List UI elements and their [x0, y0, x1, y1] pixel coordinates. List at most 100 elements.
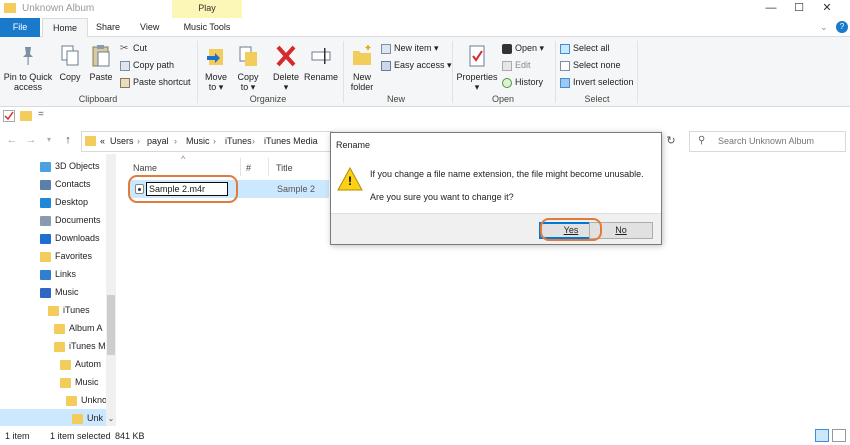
- nav-scrollbar[interactable]: [106, 154, 116, 426]
- scroll-down-icon[interactable]: ⌄: [106, 414, 116, 424]
- nav-item-label: Album A: [69, 323, 103, 333]
- close-button[interactable]: ✕: [812, 0, 842, 18]
- new-folder-button[interactable]: New folder: [346, 43, 378, 92]
- tab-share[interactable]: Share: [86, 18, 130, 37]
- dialog-message-2: Are you sure you want to change it?: [370, 192, 514, 202]
- customize-qat-button[interactable]: =: [38, 109, 44, 120]
- breadcrumb-separator: ›: [137, 136, 140, 146]
- chevron-down-icon[interactable]: ⌄: [820, 22, 830, 32]
- search-input[interactable]: Search Unknown Album: [718, 136, 814, 146]
- edit-button[interactable]: Edit: [502, 60, 531, 71]
- delete-button[interactable]: Delete ▾: [270, 43, 302, 92]
- status-bar: 1 item 1 item selected 841 KB: [0, 426, 850, 445]
- nav-item[interactable]: iTunes M: [0, 337, 106, 355]
- nav-item-label: Music: [75, 377, 99, 387]
- column-header-number[interactable]: #: [246, 163, 251, 173]
- nav-item[interactable]: 3D Objects: [0, 157, 106, 175]
- cube-icon: [40, 161, 51, 172]
- column-header-title[interactable]: Title: [276, 163, 293, 173]
- cut-button[interactable]: ✂ Cut: [120, 43, 147, 54]
- tab-home[interactable]: Home: [42, 18, 89, 38]
- nav-item[interactable]: iTunes: [0, 301, 106, 319]
- breadcrumb-users[interactable]: Users: [110, 136, 134, 146]
- easy-access-icon: [381, 60, 391, 71]
- maximize-button[interactable]: ☐: [784, 0, 814, 18]
- search-box[interactable]: ⚲ Search Unknown Album: [689, 131, 846, 152]
- nav-item[interactable]: Favorites: [0, 247, 106, 265]
- nav-item[interactable]: Documents: [0, 211, 106, 229]
- refresh-button[interactable]: ↻: [664, 134, 678, 148]
- copy-to-button[interactable]: Copy to ▾: [234, 43, 262, 92]
- properties-button[interactable]: Properties ▾: [455, 43, 499, 92]
- breadcrumb-itunes[interactable]: iTunes: [225, 136, 252, 146]
- back-button[interactable]: ←: [5, 133, 19, 147]
- up-button[interactable]: ↑: [61, 133, 75, 147]
- invert-selection-button[interactable]: Invert selection: [560, 77, 634, 88]
- paste-shortcut-button[interactable]: Paste shortcut: [120, 77, 191, 88]
- nav-item-label: Contacts: [55, 179, 91, 189]
- nav-item-label: Downloads: [55, 233, 100, 243]
- new-folder-qat-icon[interactable]: [20, 111, 32, 121]
- minimize-button[interactable]: —: [756, 0, 786, 18]
- new-item-button[interactable]: New item ▾: [381, 43, 439, 54]
- select-none-button[interactable]: Select none: [560, 60, 621, 71]
- forward-button[interactable]: →: [24, 133, 38, 147]
- dialog-message-1: If you change a file name extension, the…: [370, 169, 644, 179]
- new-folder-icon: [351, 43, 373, 69]
- breadcrumb-itunes-media[interactable]: iTunes Media: [264, 136, 318, 146]
- recent-locations-button[interactable]: ▾: [42, 133, 56, 147]
- folder-icon: [60, 359, 71, 370]
- address-bar[interactable]: « Users › payal › Music › iTunes › iTune…: [81, 131, 333, 152]
- select-none-icon: [560, 60, 570, 71]
- easy-access-button[interactable]: Easy access ▾: [381, 60, 452, 71]
- help-icon[interactable]: ?: [836, 21, 848, 33]
- copy-path-button[interactable]: Copy path: [120, 60, 174, 71]
- nav-item[interactable]: Album A: [0, 319, 106, 337]
- tab-view[interactable]: View: [130, 18, 169, 37]
- sort-ascending-icon: ^: [181, 154, 186, 164]
- nav-item[interactable]: Autom: [0, 355, 106, 373]
- column-header-name[interactable]: Name: [133, 163, 157, 173]
- breadcrumb-music[interactable]: Music: [186, 136, 210, 146]
- nav-item[interactable]: Links: [0, 265, 106, 283]
- select-all-button[interactable]: Select all: [560, 43, 610, 54]
- details-view-icon[interactable]: [815, 429, 829, 442]
- move-to-icon: [205, 43, 227, 69]
- nav-item[interactable]: Unkno: [0, 391, 106, 409]
- nav-item-label: Favorites: [55, 251, 93, 261]
- paste-button[interactable]: Paste: [86, 43, 116, 82]
- nav-item[interactable]: Music: [0, 283, 106, 301]
- nav-item-label: iTunes M: [69, 341, 106, 351]
- downloads-icon: [40, 233, 51, 244]
- tab-music-tools[interactable]: Music Tools: [172, 18, 242, 37]
- column-divider[interactable]: [240, 158, 241, 176]
- copy-button[interactable]: Copy: [56, 43, 84, 82]
- folder-icon: [66, 395, 77, 406]
- tab-file[interactable]: File: [0, 18, 40, 37]
- open-button[interactable]: Open ▾: [502, 43, 544, 54]
- nav-item[interactable]: Contacts: [0, 175, 106, 193]
- move-to-button[interactable]: Move to ▾: [202, 43, 230, 92]
- breadcrumb-payal[interactable]: payal: [147, 136, 169, 146]
- nav-item-label: 3D Objects: [55, 161, 100, 171]
- group-divider: [555, 41, 556, 103]
- rename-button[interactable]: Rename: [303, 43, 339, 82]
- warning-icon: !: [337, 166, 363, 191]
- column-divider[interactable]: [268, 158, 269, 176]
- rename-icon: [310, 43, 332, 69]
- nav-item[interactable]: Music: [0, 373, 106, 391]
- nav-item[interactable]: Unk: [0, 409, 106, 426]
- large-icons-view-icon[interactable]: [832, 429, 846, 442]
- delete-x-icon: [275, 43, 297, 69]
- breadcrumb-overflow[interactable]: «: [100, 136, 105, 146]
- group-label-organize: Organize: [249, 94, 287, 104]
- properties-check-icon[interactable]: [3, 110, 15, 122]
- nav-item[interactable]: Downloads: [0, 229, 106, 247]
- nav-tree: 3D Objects Contacts Desktop Documents Downlo…: [0, 157, 106, 426]
- group-label-clipboard: Clipboard: [78, 94, 118, 104]
- nav-item[interactable]: Desktop: [0, 193, 106, 211]
- nav-item-label: iTunes: [63, 305, 90, 315]
- history-button[interactable]: History: [502, 77, 543, 88]
- nav-scrollbar-thumb[interactable]: [107, 295, 115, 355]
- pin-to-quick-access-button[interactable]: Pin to Quick access: [2, 43, 54, 92]
